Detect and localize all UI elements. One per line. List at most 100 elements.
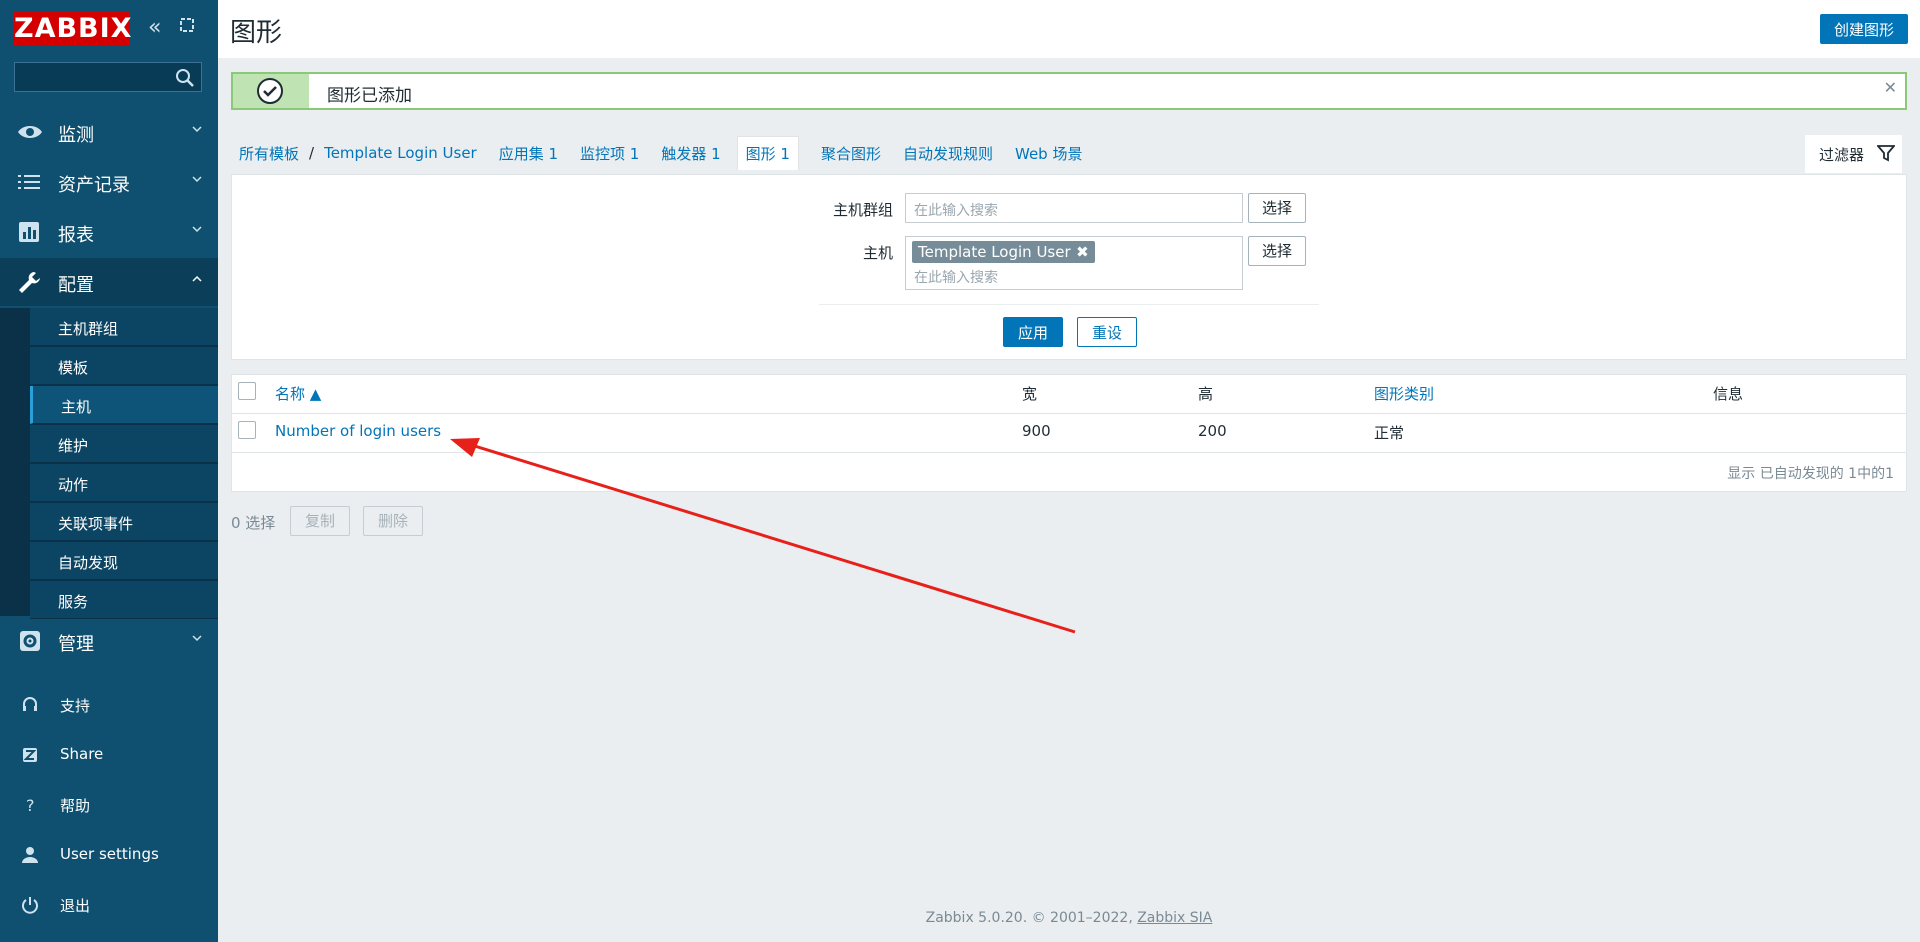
gear-icon <box>20 631 40 651</box>
column-info: 信息 <box>1713 385 1744 403</box>
host-group-select-button[interactable]: 选择 <box>1248 193 1306 223</box>
graph-height: 200 <box>1198 422 1227 440</box>
submenu-label: 维护 <box>58 437 89 455</box>
submenu-hosts[interactable]: 主机 <box>30 386 218 424</box>
sidebar-search-input[interactable] <box>14 62 202 92</box>
host-input[interactable]: Template Login User ✖ 在此输入搜索 <box>905 236 1243 290</box>
chevron-down-icon <box>192 176 202 183</box>
eye-icon <box>18 126 42 138</box>
row-checkbox[interactable] <box>238 421 256 439</box>
collapse-sidebar-icon[interactable]: « <box>148 16 161 40</box>
page-header: 图形 创建图形 <box>218 0 1920 58</box>
menu-label: 报表 <box>58 225 94 246</box>
tab-graphs[interactable]: 图形 1 <box>736 136 799 170</box>
submenu-discovery[interactable]: 自动发现 <box>30 542 218 580</box>
breadcrumb-separator: / <box>309 144 315 162</box>
create-graph-button[interactable]: 创建图形 <box>1819 14 1908 44</box>
share-label: Share <box>60 745 104 763</box>
menu-monitoring[interactable]: 监测 <box>0 108 218 156</box>
menu-label: 监测 <box>58 125 94 146</box>
submenu-label: 模板 <box>58 359 89 377</box>
sign-out-link[interactable]: 退出 <box>0 885 218 925</box>
tab-applications[interactable]: 应用集 1 <box>499 143 558 164</box>
zabbix-sia-link[interactable]: Zabbix SIA <box>1137 910 1212 926</box>
user-settings-link[interactable]: User settings <box>0 835 218 875</box>
table-summary: 显示 已自动发现的 1中的1 <box>1727 466 1894 482</box>
sign-out-label: 退出 <box>60 897 91 915</box>
submenu-templates[interactable]: 模板 <box>30 347 218 385</box>
page-title: 图形 <box>230 18 283 48</box>
filter-divider <box>819 304 1319 305</box>
support-label: 支持 <box>60 697 91 715</box>
apply-button[interactable]: 应用 <box>1003 317 1063 347</box>
success-message: 图形已添加 ✕ <box>231 72 1907 110</box>
chevron-down-icon <box>192 226 202 233</box>
remove-chip-icon[interactable]: ✖ <box>1076 241 1089 263</box>
chevron-down-icon <box>192 635 202 642</box>
tab-items[interactable]: 监控项 1 <box>580 143 639 164</box>
submenu-host-groups[interactable]: 主机群组 <box>30 308 218 346</box>
submenu-label: 服务 <box>58 593 89 611</box>
menu-label: 管理 <box>58 634 94 655</box>
column-name[interactable]: 名称 ▲ <box>275 383 321 404</box>
submenu-label: 主机 <box>61 398 92 416</box>
user-settings-label: User settings <box>60 845 159 863</box>
user-icon <box>22 847 38 863</box>
graph-type: 正常 <box>1374 424 1405 442</box>
row-divider <box>232 452 1906 453</box>
submenu-label: 主机群组 <box>58 320 119 338</box>
menu-configuration[interactable]: 配置 <box>0 258 218 306</box>
tab-triggers[interactable]: 触发器 1 <box>661 143 720 164</box>
selected-count: 0 选择 <box>231 514 276 532</box>
submenu-label: 动作 <box>58 476 89 494</box>
header-divider <box>232 413 1906 414</box>
filter-panel: 主机群组 在此输入搜索 选择 主机 Template Login User ✖ … <box>231 174 1907 360</box>
menu-administration[interactable]: 管理 <box>0 617 218 665</box>
host-select-button[interactable]: 选择 <box>1248 236 1306 266</box>
sidebar: ZABBIX « 监测 资产记录 报表 配置 主机群组 模板 主机 维护 动作 … <box>0 0 218 942</box>
breadcrumb-template[interactable]: Template Login User <box>324 144 477 162</box>
help-label: 帮助 <box>60 797 91 815</box>
svg-text:?: ? <box>26 796 35 815</box>
column-height: 高 <box>1198 385 1214 403</box>
host-chip: Template Login User ✖ <box>912 241 1095 263</box>
host-placeholder: 在此输入搜索 <box>914 270 998 286</box>
tab-discovery-rules[interactable]: 自动发现规则 <box>903 143 993 164</box>
success-icon-box <box>233 74 309 108</box>
share-link[interactable]: Share <box>0 735 218 775</box>
menu-reports[interactable]: 报表 <box>0 208 218 256</box>
column-width: 宽 <box>1022 385 1038 403</box>
graph-width: 900 <box>1022 422 1051 440</box>
funnel-icon <box>1877 145 1895 162</box>
submenu-maintenance[interactable]: 维护 <box>30 425 218 463</box>
kiosk-mode-icon[interactable] <box>178 16 196 40</box>
host-group-label: 主机群组 <box>832 201 893 219</box>
help-icon: ? <box>26 796 35 815</box>
copy-button[interactable]: 复制 <box>290 506 350 536</box>
bar-chart-icon <box>19 222 39 242</box>
share-icon <box>23 748 37 762</box>
tab-web-scenarios[interactable]: Web 场景 <box>1015 143 1082 164</box>
search-icon[interactable] <box>175 68 195 88</box>
host-group-input[interactable]: 在此输入搜索 <box>905 193 1243 223</box>
headset-icon <box>23 697 37 711</box>
select-all-checkbox[interactable] <box>238 382 256 400</box>
graph-name-link[interactable]: Number of login users <box>275 422 441 440</box>
column-graph-type[interactable]: 图形类别 <box>1374 383 1434 404</box>
tab-screens[interactable]: 聚合图形 <box>821 143 881 164</box>
submenu-actions[interactable]: 动作 <box>30 464 218 502</box>
support-link[interactable]: 支持 <box>0 685 218 725</box>
submenu-event-correlation[interactable]: 关联项事件 <box>30 503 218 541</box>
zabbix-logo[interactable]: ZABBIX <box>14 12 132 46</box>
breadcrumb-all-templates[interactable]: 所有模板 <box>239 143 299 164</box>
delete-button[interactable]: 删除 <box>363 506 423 536</box>
host-group-placeholder: 在此输入搜索 <box>914 203 998 219</box>
submenu-services[interactable]: 服务 <box>30 581 218 619</box>
menu-inventory[interactable]: 资产记录 <box>0 158 218 206</box>
list-icon <box>18 175 40 189</box>
close-icon[interactable]: ✕ <box>1884 78 1897 97</box>
filter-tab[interactable]: 过滤器 <box>1805 135 1902 173</box>
host-chip-label: Template Login User <box>918 243 1071 261</box>
reset-button[interactable]: 重设 <box>1077 317 1137 347</box>
help-link[interactable]: ? 帮助 <box>0 785 218 825</box>
